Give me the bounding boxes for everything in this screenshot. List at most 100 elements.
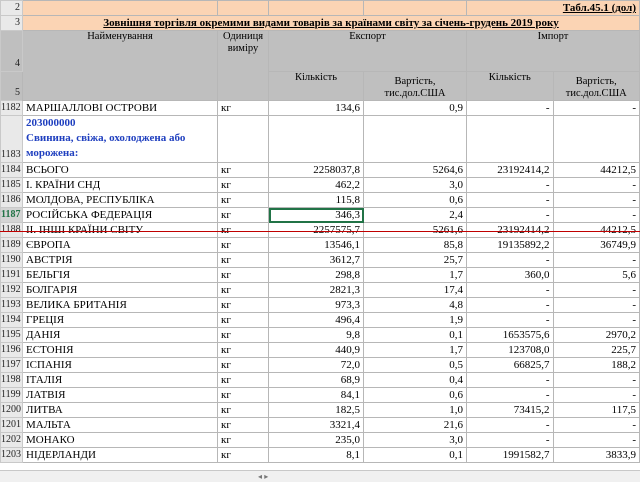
cell-unit[interactable]: кг: [217, 357, 269, 373]
cell-import-value[interactable]: 36749,9: [552, 237, 640, 253]
row-number[interactable]: 1202: [0, 432, 23, 448]
cell-export-value[interactable]: 2,4: [363, 207, 467, 223]
row-number[interactable]: 1184: [0, 162, 23, 178]
cell-name[interactable]: ДАНІЯ: [22, 327, 218, 343]
cell-import-qty[interactable]: 1991582,7: [466, 447, 554, 463]
cell-name[interactable]: І. КРАЇНИ СНД: [22, 177, 218, 193]
cell-unit[interactable]: кг: [217, 207, 269, 223]
sheet-title[interactable]: Зовнішня торгівля окремими видами товарі…: [22, 15, 640, 31]
cell-export-value[interactable]: 1,9: [363, 312, 467, 328]
cell-import-value[interactable]: -: [552, 387, 640, 403]
cell-export-value[interactable]: 17,4: [363, 282, 467, 298]
row-number[interactable]: 1187: [0, 207, 23, 223]
cell-export-qty[interactable]: 462,2: [268, 177, 364, 193]
cell-unit[interactable]: кг: [217, 192, 269, 208]
cell-import-qty[interactable]: 19135892,2: [466, 237, 554, 253]
row-number[interactable]: 1183: [0, 115, 23, 163]
cell-unit[interactable]: кг: [217, 267, 269, 283]
table-id[interactable]: Табл.45.1 (дол): [466, 0, 640, 16]
cell-unit[interactable]: кг: [217, 100, 269, 116]
cell-export-value[interactable]: 0,1: [363, 327, 467, 343]
cell-export-value[interactable]: 0,1: [363, 447, 467, 463]
cell-export-qty[interactable]: 3321,4: [268, 417, 364, 433]
cell-export-qty[interactable]: 115,8: [268, 192, 364, 208]
selected-cell[interactable]: 346,3: [268, 207, 364, 223]
cell-name[interactable]: БОЛГАРІЯ: [22, 282, 218, 298]
cell-import-qty[interactable]: 66825,7: [466, 357, 554, 373]
row-number[interactable]: 4: [0, 30, 23, 72]
row-number[interactable]: 1190: [0, 252, 23, 268]
cell-export-value[interactable]: 3,0: [363, 177, 467, 193]
cell-import-value[interactable]: -: [552, 297, 640, 313]
cell-import-value[interactable]: 44212,5: [552, 162, 640, 178]
cell-export-qty[interactable]: 72,0: [268, 357, 364, 373]
cell-export-qty[interactable]: 2257575,7: [268, 222, 364, 238]
row-number[interactable]: 1194: [0, 312, 23, 328]
cell-name[interactable]: МОНАКО: [22, 432, 218, 448]
cell-import-value[interactable]: -: [552, 417, 640, 433]
row-number[interactable]: 1182: [0, 100, 23, 116]
cell-name[interactable]: ЛИТВА: [22, 402, 218, 418]
cell-export-value[interactable]: 0,6: [363, 387, 467, 403]
cell-unit[interactable]: кг: [217, 237, 269, 253]
col-header-export[interactable]: Експорт: [268, 30, 467, 72]
cell-import-qty[interactable]: -: [466, 297, 554, 313]
row-number[interactable]: 1185: [0, 177, 23, 193]
cell-product-group[interactable]: 203000000 Свинина, свіжа, охолоджена або…: [22, 115, 218, 163]
cell-export-qty[interactable]: 13546,1: [268, 237, 364, 253]
row-number[interactable]: 1193: [0, 297, 23, 313]
cell-unit[interactable]: кг: [217, 282, 269, 298]
cell-import-value[interactable]: -: [552, 312, 640, 328]
cell-export-value[interactable]: 0,6: [363, 192, 467, 208]
cell-import-qty[interactable]: -: [466, 100, 554, 116]
cell-export-value[interactable]: 25,7: [363, 252, 467, 268]
row-number[interactable]: 3: [0, 15, 23, 31]
cell-import-qty[interactable]: -: [466, 432, 554, 448]
cell-name[interactable]: РОСІЙСЬКА ФЕДЕРАЦІЯ: [22, 207, 218, 223]
cell-name[interactable]: НІДЕРЛАНДИ: [22, 447, 218, 463]
cell-export-qty[interactable]: 2258037,8: [268, 162, 364, 178]
cell-import-value[interactable]: 225,7: [552, 342, 640, 358]
row-number[interactable]: 1196: [0, 342, 23, 358]
cell-name[interactable]: ЕСТОНІЯ: [22, 342, 218, 358]
cell-import-qty[interactable]: -: [466, 192, 554, 208]
cell-name[interactable]: МОЛДОВА, РЕСПУБЛІКА: [22, 192, 218, 208]
cell-unit[interactable]: кг: [217, 327, 269, 343]
cell-export-value[interactable]: 1,7: [363, 267, 467, 283]
cell-import-value[interactable]: 117,5: [552, 402, 640, 418]
cell-import-qty[interactable]: 360,0: [466, 267, 554, 283]
col-header-import-qty[interactable]: Кількість: [466, 71, 554, 101]
cell-export-value[interactable]: 5261,6: [363, 222, 467, 238]
row-number[interactable]: 1201: [0, 417, 23, 433]
row-number[interactable]: 1188: [0, 222, 23, 238]
cell-import-qty[interactable]: 123708,0: [466, 342, 554, 358]
cell-export-value[interactable]: 0,4: [363, 372, 467, 388]
cell-import-value[interactable]: -: [552, 192, 640, 208]
cell-import-qty[interactable]: 23192414,2: [466, 222, 554, 238]
cell-import-value[interactable]: -: [552, 252, 640, 268]
col-header-name[interactable]: Найменування: [22, 30, 218, 101]
cell-import-qty[interactable]: -: [466, 312, 554, 328]
col-header-export-value[interactable]: Вартість, тис.дол.США: [363, 71, 467, 101]
cell-export-value[interactable]: 1,0: [363, 402, 467, 418]
cell-export-value[interactable]: 0,9: [363, 100, 467, 116]
cell-import-qty[interactable]: -: [466, 417, 554, 433]
cell-export-qty[interactable]: 235,0: [268, 432, 364, 448]
row-number[interactable]: 1195: [0, 327, 23, 343]
cell-name[interactable]: ІТАЛІЯ: [22, 372, 218, 388]
cell-import-value[interactable]: -: [552, 177, 640, 193]
spreadsheet-grid[interactable]: 2 Табл.45.1 (дол) 3 Зовнішня торгівля ок…: [0, 0, 640, 470]
col-header-import-value[interactable]: Вартість, тис.дол.США: [552, 71, 640, 101]
cell-unit[interactable]: кг: [217, 222, 269, 238]
row-number[interactable]: 1191: [0, 267, 23, 283]
row-number[interactable]: 1200: [0, 402, 23, 418]
cell-export-qty[interactable]: 973,3: [268, 297, 364, 313]
cell-unit[interactable]: кг: [217, 252, 269, 268]
cell-name[interactable]: ЛАТВІЯ: [22, 387, 218, 403]
cell-name[interactable]: МАРШАЛЛОВІ ОСТРОВИ: [22, 100, 218, 116]
col-header-import[interactable]: Імпорт: [466, 30, 640, 72]
cell-name[interactable]: БЕЛЬГІЯ: [22, 267, 218, 283]
cell-import-value[interactable]: -: [552, 282, 640, 298]
cell-import-qty[interactable]: -: [466, 282, 554, 298]
cell-name[interactable]: АВСТРІЯ: [22, 252, 218, 268]
